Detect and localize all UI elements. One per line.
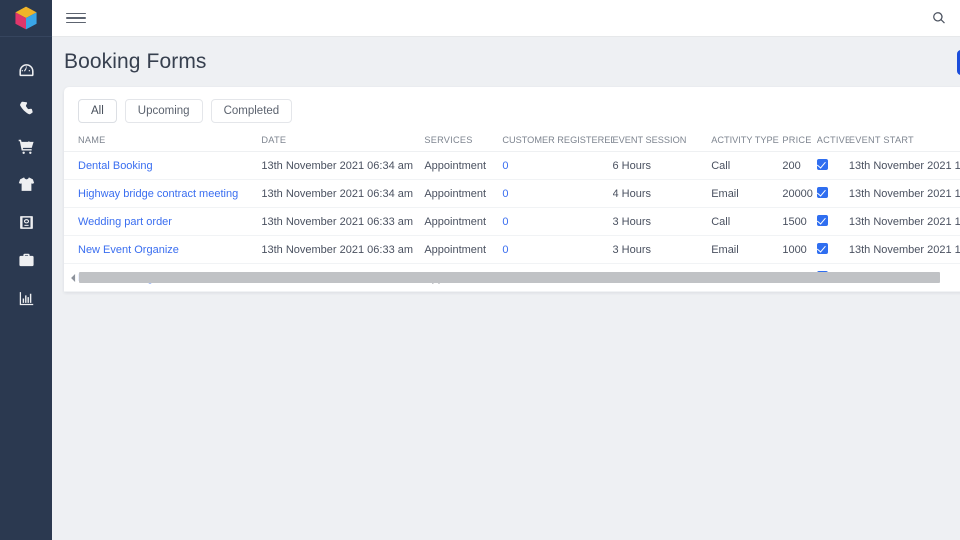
cell-active [816, 207, 849, 236]
cell-activity-type: Email [711, 235, 783, 264]
sidebar-item-projects[interactable] [0, 241, 52, 279]
page-title: Booking Forms [64, 50, 207, 73]
cell-customer-registered[interactable]: 0 [502, 151, 613, 180]
cell-price: 200 [782, 151, 817, 180]
briefcase-icon [18, 253, 34, 266]
tshirt-icon [18, 176, 34, 191]
app-window: + 0 [0, 0, 960, 540]
table-row[interactable]: New Event Organize 13th November 2021 06… [64, 235, 960, 264]
col-event-session[interactable]: EVENT SESSION [612, 133, 712, 152]
cell-customer-registered[interactable]: 0 [502, 207, 613, 236]
dashboard-gauge-icon [18, 63, 34, 76]
hamburger-bar [66, 12, 86, 15]
caret-left-icon [71, 273, 76, 282]
cell-price: 1000 [782, 235, 817, 264]
cell-event-start: 13th November 2021 12:03 pm [848, 179, 960, 208]
sidebar-item-dashboard[interactable] [0, 51, 52, 89]
shopping-cart-icon [18, 139, 34, 154]
sidebar-item-orders[interactable] [0, 127, 52, 165]
toolbox-icon [19, 215, 33, 229]
cell-active [816, 235, 849, 264]
cell-activity-type: Call [711, 151, 783, 180]
table-row[interactable]: Dental Booking 13th November 2021 06:34 … [64, 151, 960, 180]
col-active[interactable]: ACTIVE [816, 133, 849, 152]
col-activity-type[interactable]: ACTIVITY TYPE [711, 133, 783, 152]
topbar: + 0 [52, 0, 960, 37]
cell-active [816, 151, 849, 180]
cube-logo-icon [15, 6, 37, 30]
cell-activity-type: Email [711, 179, 783, 208]
cell-event-start: 13th November 2021 12:03 pm [848, 235, 960, 264]
cell-event-session: 3 Hours [612, 235, 712, 264]
cell-date: 13th November 2021 06:33 am [261, 207, 425, 236]
cell-price: 1500 [782, 207, 817, 236]
cell-event-start: 13th November 2021 12:03 pm [848, 207, 960, 236]
cell-date: 13th November 2021 06:34 am [261, 179, 425, 208]
cell-name[interactable]: New Event Organize [64, 235, 262, 264]
cell-event-session: 6 Hours [612, 151, 712, 180]
sidebar-item-products[interactable] [0, 165, 52, 203]
cell-active [816, 179, 849, 208]
bookings-card: All Upcoming Completed NAME DATE SERVICE… [64, 87, 960, 292]
cell-price: 20000 [782, 179, 817, 208]
main-area: + 0 [52, 0, 960, 540]
cell-customer-registered[interactable]: 0 [502, 179, 613, 208]
table-scroll-region[interactable]: NAME DATE SERVICES CUSTOMER REGISTERED E… [64, 133, 960, 292]
col-event-start[interactable]: EVENT START [848, 133, 960, 152]
cell-name[interactable]: Dental Booking [64, 151, 262, 180]
bookings-table: NAME DATE SERVICES CUSTOMER REGISTERED E… [64, 133, 960, 292]
tab-completed[interactable]: Completed [210, 99, 293, 123]
sidebar [0, 0, 52, 540]
cell-event-start: 13th November 2021 12:04 pm [848, 151, 960, 180]
sidebar-nav [0, 51, 52, 317]
sidebar-item-calls[interactable] [0, 89, 52, 127]
col-date[interactable]: DATE [261, 133, 425, 152]
table-row[interactable]: Wedding part order 13th November 2021 06… [64, 207, 960, 236]
bar-chart-icon [19, 291, 33, 305]
cell-name[interactable]: Wedding part order [64, 207, 262, 236]
cell-date: 13th November 2021 06:33 am [261, 235, 425, 264]
active-checkbox[interactable] [816, 187, 828, 198]
scrollbar-track[interactable] [79, 272, 960, 283]
hamburger-bar [66, 21, 86, 24]
col-price[interactable]: PRICE [782, 133, 817, 152]
cell-services: Appointment [424, 207, 503, 236]
cell-services: Appointment [424, 151, 503, 180]
active-checkbox[interactable] [816, 159, 828, 170]
search-icon [933, 12, 946, 24]
tab-upcoming[interactable]: Upcoming [124, 99, 203, 123]
sidebar-item-services[interactable] [0, 203, 52, 241]
phone-icon [19, 101, 33, 114]
col-name[interactable]: NAME [64, 133, 262, 152]
cell-services: Appointment [424, 235, 503, 264]
horizontal-scrollbar[interactable] [64, 271, 960, 284]
hamburger-bar [66, 17, 86, 19]
table-head: NAME DATE SERVICES CUSTOMER REGISTERED E… [64, 133, 960, 152]
scroll-left-button[interactable] [68, 273, 79, 282]
table-row[interactable]: Highway bridge contract meeting 13th Nov… [64, 179, 960, 208]
col-customer-registered[interactable]: CUSTOMER REGISTERED [502, 133, 613, 152]
tab-all[interactable]: All [78, 99, 117, 123]
active-checkbox[interactable] [816, 215, 828, 226]
cell-customer-registered[interactable]: 0 [502, 235, 613, 264]
sidebar-item-reports[interactable] [0, 279, 52, 317]
search-button[interactable] [925, 4, 953, 32]
page-header: Booking Forms ✛ New Calendar Bookings [52, 37, 960, 87]
app-logo[interactable] [0, 0, 52, 37]
cell-activity-type: Call [711, 207, 783, 236]
filter-tabs: All Upcoming Completed [78, 99, 293, 123]
col-services[interactable]: SERVICES [424, 133, 503, 152]
scrollbar-thumb[interactable] [79, 272, 941, 283]
cell-name[interactable]: Highway bridge contract meeting [64, 179, 262, 208]
cell-event-session: 3 Hours [612, 207, 712, 236]
cell-event-session: 4 Hours [612, 179, 712, 208]
card-toolbar: All Upcoming Completed [64, 87, 960, 133]
active-checkbox[interactable] [816, 243, 828, 254]
hamburger-icon[interactable] [66, 8, 86, 28]
cell-date: 13th November 2021 06:34 am [261, 151, 425, 180]
table-header-row: NAME DATE SERVICES CUSTOMER REGISTERED E… [64, 133, 960, 152]
cell-services: Appointment [424, 179, 503, 208]
